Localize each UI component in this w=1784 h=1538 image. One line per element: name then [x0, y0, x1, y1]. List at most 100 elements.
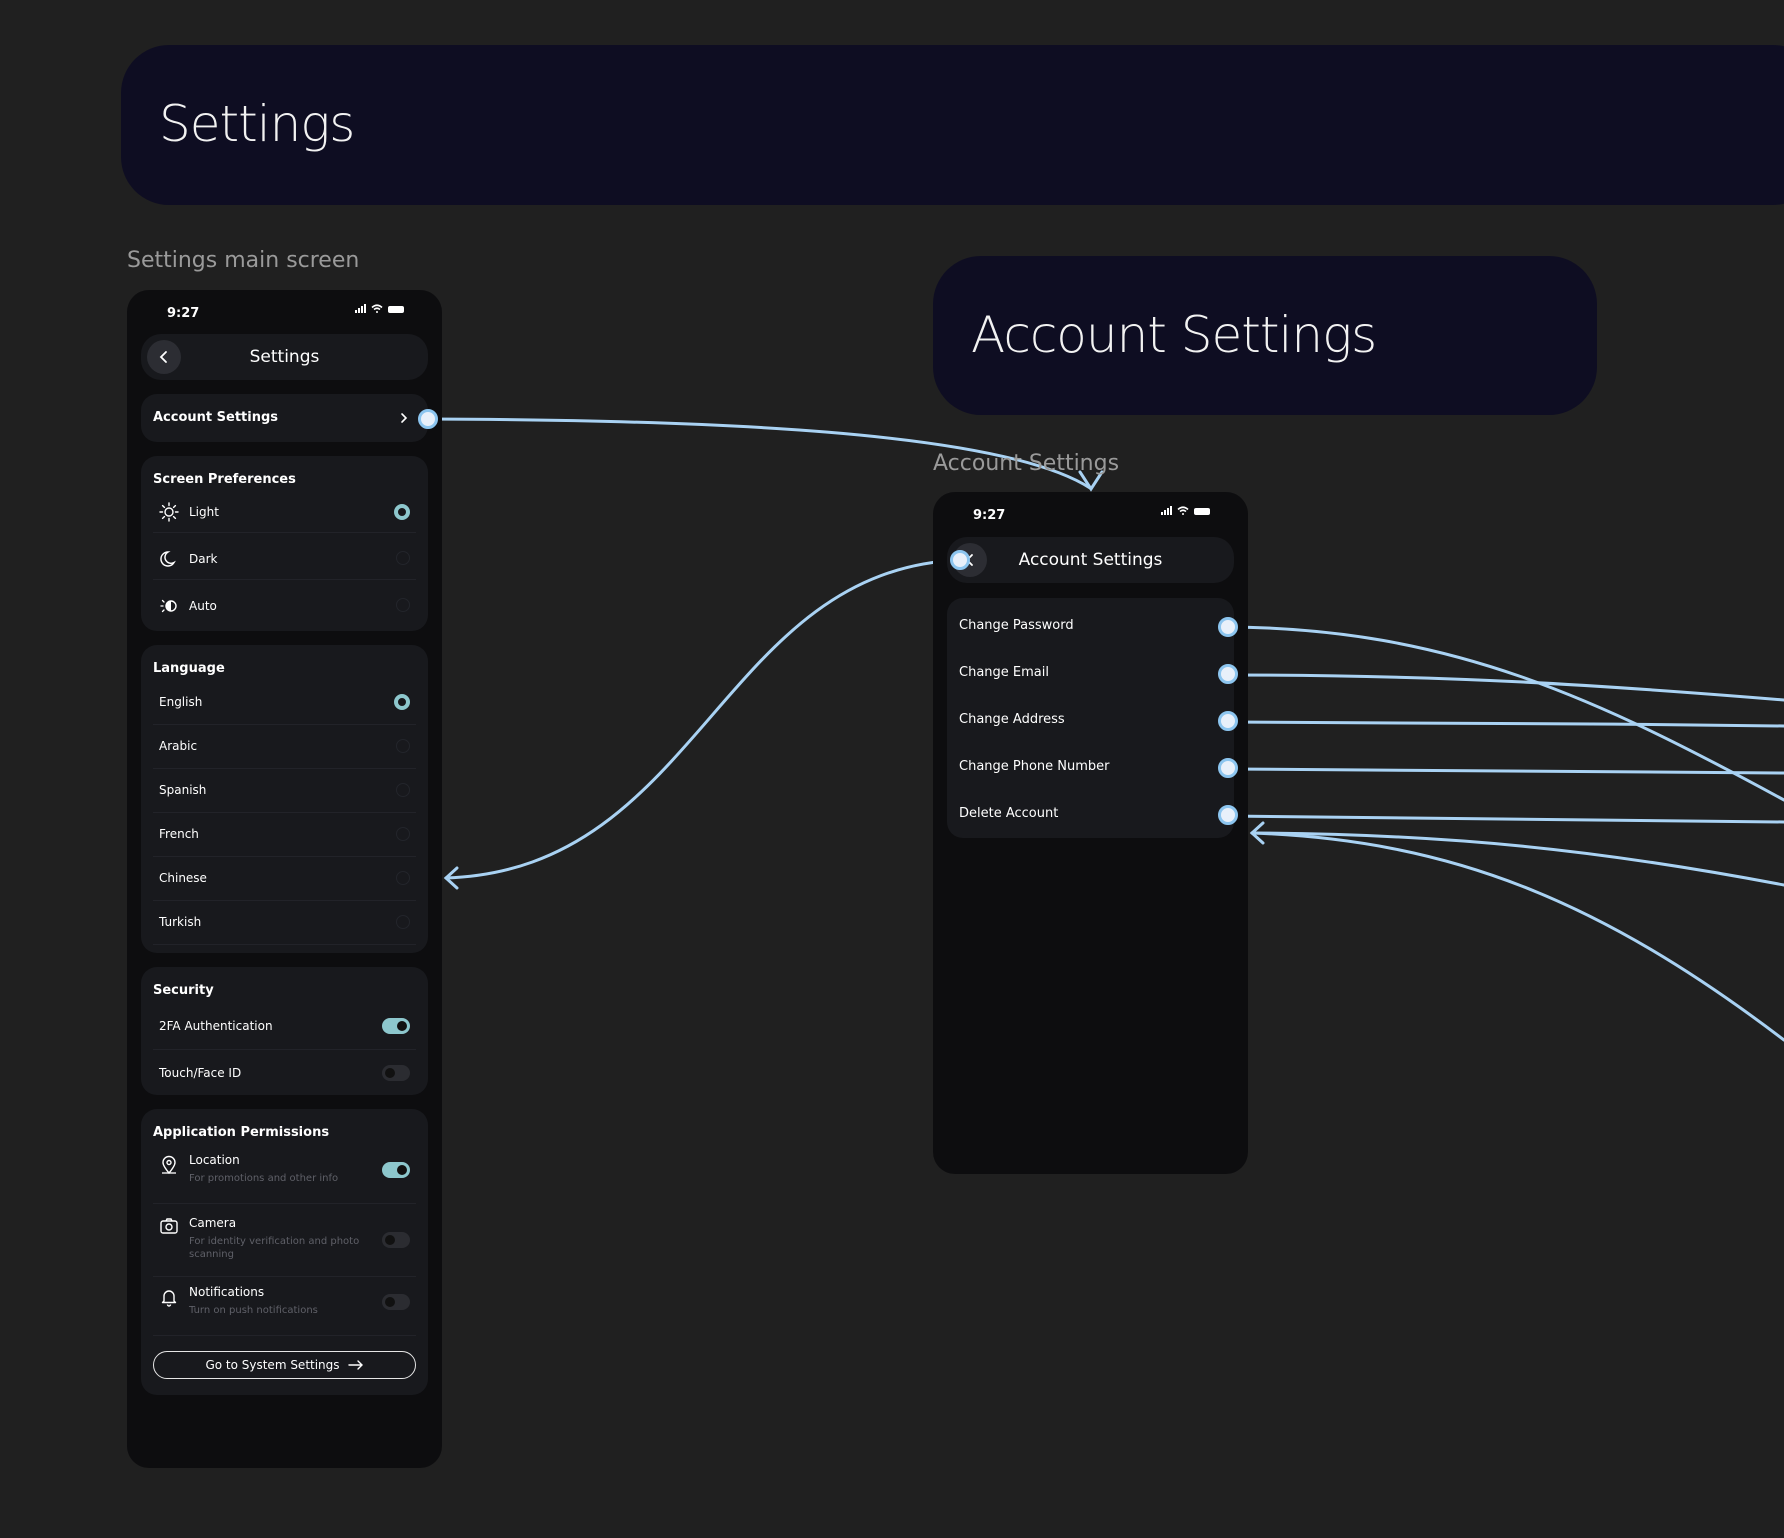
settings-header: Settings [141, 334, 428, 380]
radio-unselected[interactable] [396, 827, 410, 841]
radio-selected[interactable] [394, 504, 410, 520]
connector-node-phone [1218, 758, 1238, 778]
account-options-card: Change Password Change Email Change Addr… [947, 598, 1234, 838]
frame-label-settings: Settings main screen [127, 248, 360, 273]
language-label: Arabic [159, 739, 198, 753]
battery-icon [388, 306, 404, 313]
language-label: French [159, 827, 199, 841]
radio-unselected[interactable] [396, 915, 410, 929]
pref-label: Dark [189, 552, 218, 566]
status-time: 9:27 [167, 306, 200, 321]
account-settings-label: Account Settings [153, 410, 279, 425]
moon-icon [160, 551, 176, 567]
language-card: Language English Arabic Spanish French C… [141, 645, 428, 953]
wifi-icon [1177, 506, 1189, 515]
status-icons [355, 304, 404, 313]
radio-unselected[interactable] [396, 739, 410, 753]
language-label: English [159, 695, 203, 709]
battery-icon [1194, 508, 1210, 515]
location-pin-icon [162, 1155, 176, 1175]
system-settings-label: Go to System Settings [205, 1358, 340, 1372]
connector-node-address [1218, 711, 1238, 731]
language-label: Chinese [159, 871, 207, 885]
toggle-off[interactable] [382, 1232, 410, 1248]
card-title: Language [153, 661, 225, 676]
permission-label: Location [189, 1153, 240, 1167]
arrow-right-icon [347, 1360, 363, 1370]
account-row-phone[interactable]: Change Phone Number [947, 743, 1234, 790]
connector-node-password [1218, 617, 1238, 637]
security-label: 2FA Authentication [159, 1019, 273, 1033]
language-label: Spanish [159, 783, 207, 797]
connector-node-delete [1218, 805, 1238, 825]
permissions-card: Application Permissions Location For pro… [141, 1109, 428, 1395]
toggle-on[interactable] [382, 1162, 410, 1178]
status-icons [1161, 506, 1210, 515]
radio-unselected[interactable] [396, 783, 410, 797]
radio-selected[interactable] [394, 694, 410, 710]
connector-node-email [1218, 664, 1238, 684]
card-title: Screen Preferences [153, 472, 296, 487]
connector-node-account-settings [418, 409, 438, 429]
language-row-turkish[interactable]: Turkish [153, 901, 416, 945]
pref-label: Light [189, 505, 219, 519]
status-time: 9:27 [973, 508, 1006, 523]
permission-row-location[interactable]: Location For promotions and other info [153, 1145, 416, 1204]
pref-row-auto[interactable]: Auto [153, 586, 416, 626]
pref-row-dark[interactable]: Dark [153, 539, 416, 580]
camera-icon [160, 1218, 178, 1234]
sun-icon [159, 502, 179, 522]
security-row-2fa[interactable]: 2FA Authentication [153, 1003, 416, 1050]
bell-icon [161, 1290, 177, 1307]
radio-unselected[interactable] [396, 551, 410, 565]
account-option-label: Change Address [959, 712, 1065, 727]
account-settings-row[interactable]: Account Settings [141, 394, 428, 442]
toggle-off[interactable] [382, 1294, 410, 1310]
permission-row-camera[interactable]: Camera For identity verification and pho… [153, 1204, 416, 1277]
language-row-chinese[interactable]: Chinese [153, 857, 416, 901]
toggle-on[interactable] [382, 1018, 410, 1034]
account-row-email[interactable]: Change Email [947, 649, 1234, 696]
account-row-delete[interactable]: Delete Account [947, 790, 1234, 837]
language-row-french[interactable]: French [153, 813, 416, 857]
security-card: Security 2FA Authentication Touch/Face I… [141, 967, 428, 1095]
account-settings-banner: Account Settings [933, 256, 1597, 415]
card-title: Application Permissions [153, 1125, 330, 1140]
language-row-spanish[interactable]: Spanish [153, 769, 416, 813]
system-settings-button[interactable]: Go to System Settings [153, 1351, 416, 1379]
account-header: Account Settings [947, 537, 1234, 583]
account-option-label: Delete Account [959, 806, 1059, 821]
language-row-arabic[interactable]: Arabic [153, 725, 416, 769]
account-option-label: Change Phone Number [959, 759, 1110, 774]
permission-description: For promotions and other info [189, 1173, 339, 1184]
signal-icon [1161, 506, 1172, 515]
account-row-address[interactable]: Change Address [947, 696, 1234, 743]
settings-banner: Settings [121, 45, 1784, 205]
connector-node-back [950, 550, 970, 570]
card-title: Security [153, 983, 214, 998]
permission-description: Turn on push notifications [189, 1305, 318, 1316]
language-label: Turkish [159, 915, 202, 929]
pref-label: Auto [189, 599, 217, 613]
permission-label: Camera [189, 1216, 237, 1230]
account-row-password[interactable]: Change Password [947, 602, 1234, 649]
account-phone-frame: 9:27 Account Settings Change Password Ch… [933, 492, 1248, 1174]
radio-unselected[interactable] [396, 871, 410, 885]
wifi-icon [371, 304, 383, 313]
language-row-english[interactable]: English [153, 681, 416, 725]
account-option-label: Change Password [959, 618, 1074, 633]
header-title: Account Settings [1018, 550, 1163, 570]
chevron-right-icon [401, 413, 408, 423]
radio-unselected[interactable] [396, 598, 410, 612]
security-row-face-id[interactable]: Touch/Face ID [153, 1050, 416, 1096]
account-option-label: Change Email [959, 665, 1049, 680]
banner-title: Account Settings [971, 306, 1377, 364]
pref-row-light[interactable]: Light [153, 492, 416, 533]
signal-icon [355, 304, 366, 313]
permission-label: Notifications [189, 1285, 265, 1299]
permission-description: For identity verification and photo scan… [189, 1236, 360, 1260]
toggle-off[interactable] [382, 1065, 410, 1081]
permission-row-notifications[interactable]: Notifications Turn on push notifications [153, 1277, 416, 1336]
header-title: Settings [249, 347, 320, 367]
banner-title: Settings [159, 95, 355, 153]
